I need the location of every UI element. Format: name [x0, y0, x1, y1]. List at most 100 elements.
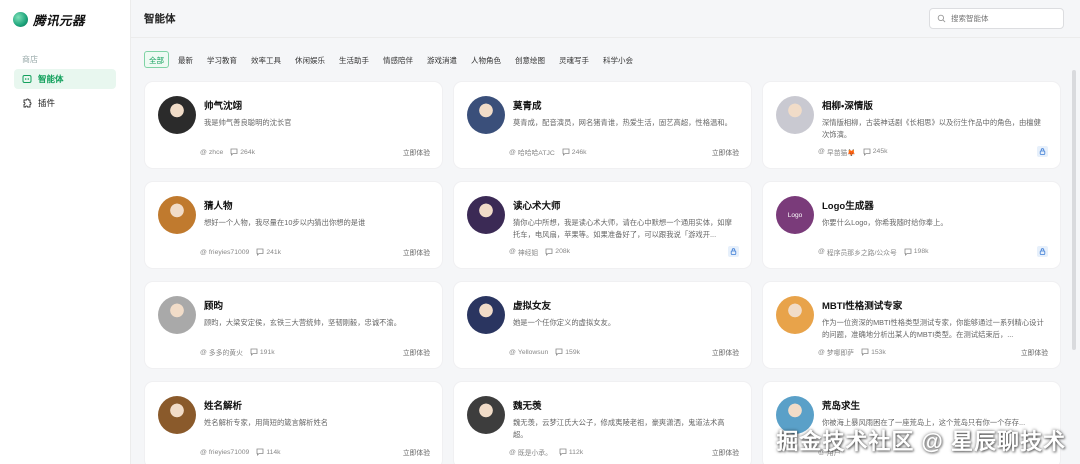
search-input[interactable] — [951, 14, 1051, 23]
tab-leisure[interactable]: 休闲娱乐 — [290, 51, 330, 68]
try-now-link[interactable]: 立即体验 — [712, 347, 739, 357]
lock-icon[interactable] — [1037, 146, 1048, 157]
sidebar-item-label: 智能体 — [38, 74, 64, 84]
agent-footer: @ 既是小承。 112k 立即体验 — [509, 447, 739, 458]
sidebar: 腾讯元器 商店 智能体 插件 — [0, 0, 131, 464]
agent-description: 作为一位资深的MBTI性格类型测试专家，你能够通过一系列精心设计的问题，准确地分… — [822, 318, 1044, 339]
tab-games[interactable]: 游戏消遣 — [422, 51, 462, 68]
chat-icon — [545, 248, 553, 256]
author: @ 梦哪即萨 — [818, 347, 855, 358]
at-icon: @ — [818, 448, 825, 456]
chat-icon — [555, 348, 563, 356]
lock-icon[interactable] — [1037, 246, 1048, 257]
usage-count: 246k — [562, 148, 587, 156]
agent-title: Logo生成器 — [822, 201, 874, 212]
try-now-link[interactable]: 立即体验 — [403, 247, 430, 257]
agent-card[interactable]: Logo Logo生成器 你要什么Logo，你希我随时给你奉上。 @ 程序员那乡之路/公… — [763, 182, 1060, 268]
usage-count-value: 191k — [259, 348, 275, 356]
agent-info: Logo生成器 你要什么Logo，你希我随时给你奉上。 — [822, 196, 1048, 268]
agent-description: 我是帅气善良聪明的沈长官 — [204, 118, 292, 127]
try-now-link[interactable]: 立即体验 — [403, 447, 430, 457]
search-box[interactable] — [929, 8, 1064, 29]
tab-education[interactable]: 学习教育 — [202, 51, 242, 68]
at-icon: @ — [818, 348, 825, 356]
agent-description: 深情版相柳，古装神话剧《长相思》以及衍生作品中的角色，由檀健次饰演。 — [822, 118, 1041, 139]
agent-card[interactable]: 荒岛求生你被海上暴风雨困在了一座荒岛上，这个荒岛只有你一个存存... @ 用户 — [763, 382, 1060, 464]
usage-count-value: 246k — [571, 148, 587, 156]
agent-title: 魏无羡 — [513, 401, 542, 412]
agent-description: 莫青成，配音演员，网名猪青谁，热爱生活，固艺高超，性格温和。 — [513, 118, 732, 127]
avatar — [776, 96, 814, 134]
try-now-link[interactable]: 立即体验 — [712, 147, 739, 157]
agent-title: 荒岛求生 — [822, 401, 861, 412]
brand-name: 腾讯元器 — [33, 13, 86, 28]
agent-info: 读心术大师 猜你心中所想，我是读心术大师，请在心中默想一个通用实体，如摩托车，电风… — [513, 196, 739, 268]
author-name: 梦哪即萨 — [826, 350, 855, 357]
at-icon: @ — [200, 148, 207, 156]
brand[interactable]: 腾讯元器 — [0, 0, 130, 38]
author: @ 神经姐 — [509, 247, 538, 257]
tab-writer[interactable]: 灵魂写手 — [554, 51, 594, 68]
usage-count-value: 245k — [872, 148, 888, 155]
agent-title: 帅气沈翊 — [204, 101, 243, 112]
agent-info: 顾昀 顾昀，大梁安定侯，玄铁三大营统帅，坚韧刚毅，忠诚不渝。 — [204, 296, 430, 368]
avatar — [158, 196, 196, 234]
author: @ Yellowsun — [509, 349, 548, 356]
try-now-link[interactable]: 立即体验 — [712, 447, 739, 457]
agent-card[interactable]: 姓名解析 姓名解析专家，用简短的箴言解析姓名 @ frieyies71009 114k 立… — [145, 382, 442, 464]
agent-card[interactable]: 顾昀 顾昀，大梁安定侯，玄铁三大营统帅，坚韧刚毅，忠诚不渝。 @ 多多的黄火 191k 立… — [145, 282, 442, 368]
usage-count-value: 153k — [871, 348, 886, 356]
tab-science[interactable]: 科学小会 — [598, 51, 638, 68]
agent-footer: @ zhce 264k 立即体验 — [200, 147, 430, 158]
avatar — [467, 96, 505, 134]
usage-count-value: 241k — [266, 248, 282, 256]
agent-footer: @ 哈哈哈ATJC 246k 立即体验 — [509, 147, 739, 158]
author-name: 用户 — [826, 450, 841, 457]
tab-productivity[interactable]: 效率工具 — [246, 51, 286, 68]
tab-characters[interactable]: 人物角色 — [466, 51, 506, 68]
agent-title: 莫青成 — [513, 101, 542, 112]
agent-card[interactable]: MBTI性格测试专家作为一位资深的MBTI性格类型测试专家，你能够通过一系列精心… — [763, 282, 1060, 368]
tab-newest[interactable]: 最新 — [173, 51, 198, 68]
usage-count: 159k — [555, 348, 580, 356]
tab-creative-drawing[interactable]: 创意绘图 — [510, 51, 550, 68]
scrollbar[interactable] — [1072, 70, 1076, 350]
try-now-link[interactable]: 立即体验 — [403, 147, 430, 157]
agent-card[interactable]: 莫青成莫青成，配音演员，网名猪青谁，热爱生活，固艺高超，性格温和。 @ 哈哈哈ATJ… — [454, 82, 751, 168]
chat-icon — [256, 448, 264, 456]
try-now-link[interactable]: 立即体验 — [1021, 347, 1048, 357]
tab-life-assistant[interactable]: 生活助手 — [334, 51, 374, 68]
sidebar-item-plugins[interactable]: 插件 — [14, 93, 116, 113]
agent-description: 姓名解析专家，用简短的箴言解析姓名 — [204, 418, 329, 427]
author-name: 早苗猫🦊 — [826, 149, 856, 157]
agent-info: 相柳•深情版 深情版相柳，古装神话剧《长相思》以及衍生作品中的角色，由檀健次饰演。 — [822, 96, 1048, 168]
author-name: frieyies71009 — [208, 448, 250, 456]
author-name: 程序员那乡之路/公众号 — [826, 249, 897, 257]
agent-footer: @ 多多的黄火 191k 立即体验 — [200, 347, 430, 358]
agent-title: MBTI性格测试专家 — [822, 301, 903, 312]
agent-card[interactable]: 虚拟女友 她是一个任你定义的虚拟女友。 @ Yellowsun 159k 立即体验 — [454, 282, 751, 368]
agent-info: 猜人物 想好一个人物，我尽量在10步以内猜出你想的是谁 — [204, 196, 430, 268]
author: @ 哈哈哈ATJC — [509, 147, 555, 158]
at-icon: @ — [200, 348, 207, 356]
agent-card[interactable]: 魏无羡 魏无羡，云梦江氏大公子，修成夷陵老祖，豪爽潇洒，鬼道法术高超。 @ 既是小承。… — [454, 382, 751, 464]
at-icon: @ — [509, 148, 516, 156]
usage-count-value: 159k — [565, 348, 581, 356]
usage-count: 112k — [559, 448, 583, 456]
at-icon: @ — [200, 248, 207, 256]
author-name: 神经姐 — [517, 249, 539, 257]
agent-card[interactable]: 读心术大师 猜你心中所想，我是读心术大师，请在心中默想一个通用实体，如摩托车，电风… — [454, 182, 751, 268]
agent-card[interactable]: 相柳•深情版 深情版相柳，古装神话剧《长相思》以及衍生作品中的角色，由檀健次饰演。… — [763, 82, 1060, 168]
tab-all[interactable]: 全部 — [144, 51, 169, 68]
agent-card[interactable]: 帅气沈翊我是帅气善良聪明的沈长官 @ zhce 264k 立即体验 — [145, 82, 442, 168]
try-now-link[interactable]: 立即体验 — [403, 347, 430, 357]
agent-description: 顾昀，大梁安定侯，玄铁三大营统帅，坚韧刚毅，忠诚不渝。 — [204, 318, 402, 327]
agent-footer: @ frieyies71009 241k 立即体验 — [200, 247, 430, 258]
lock-icon[interactable] — [728, 246, 739, 257]
tab-companion[interactable]: 情感陪伴 — [378, 51, 418, 68]
agent-title: 姓名解析 — [204, 401, 243, 412]
agent-footer: @ 程序员那乡之路/公众号 198k — [818, 246, 1048, 257]
agent-description: 你被海上暴风雨困在了一座荒岛上，这个荒岛只有你一个存存... — [822, 418, 1026, 427]
agent-card[interactable]: 猜人物 想好一个人物，我尽量在10步以内猜出你想的是谁 @ frieyies71009… — [145, 182, 442, 268]
sidebar-item-agents[interactable]: 智能体 — [14, 69, 116, 89]
